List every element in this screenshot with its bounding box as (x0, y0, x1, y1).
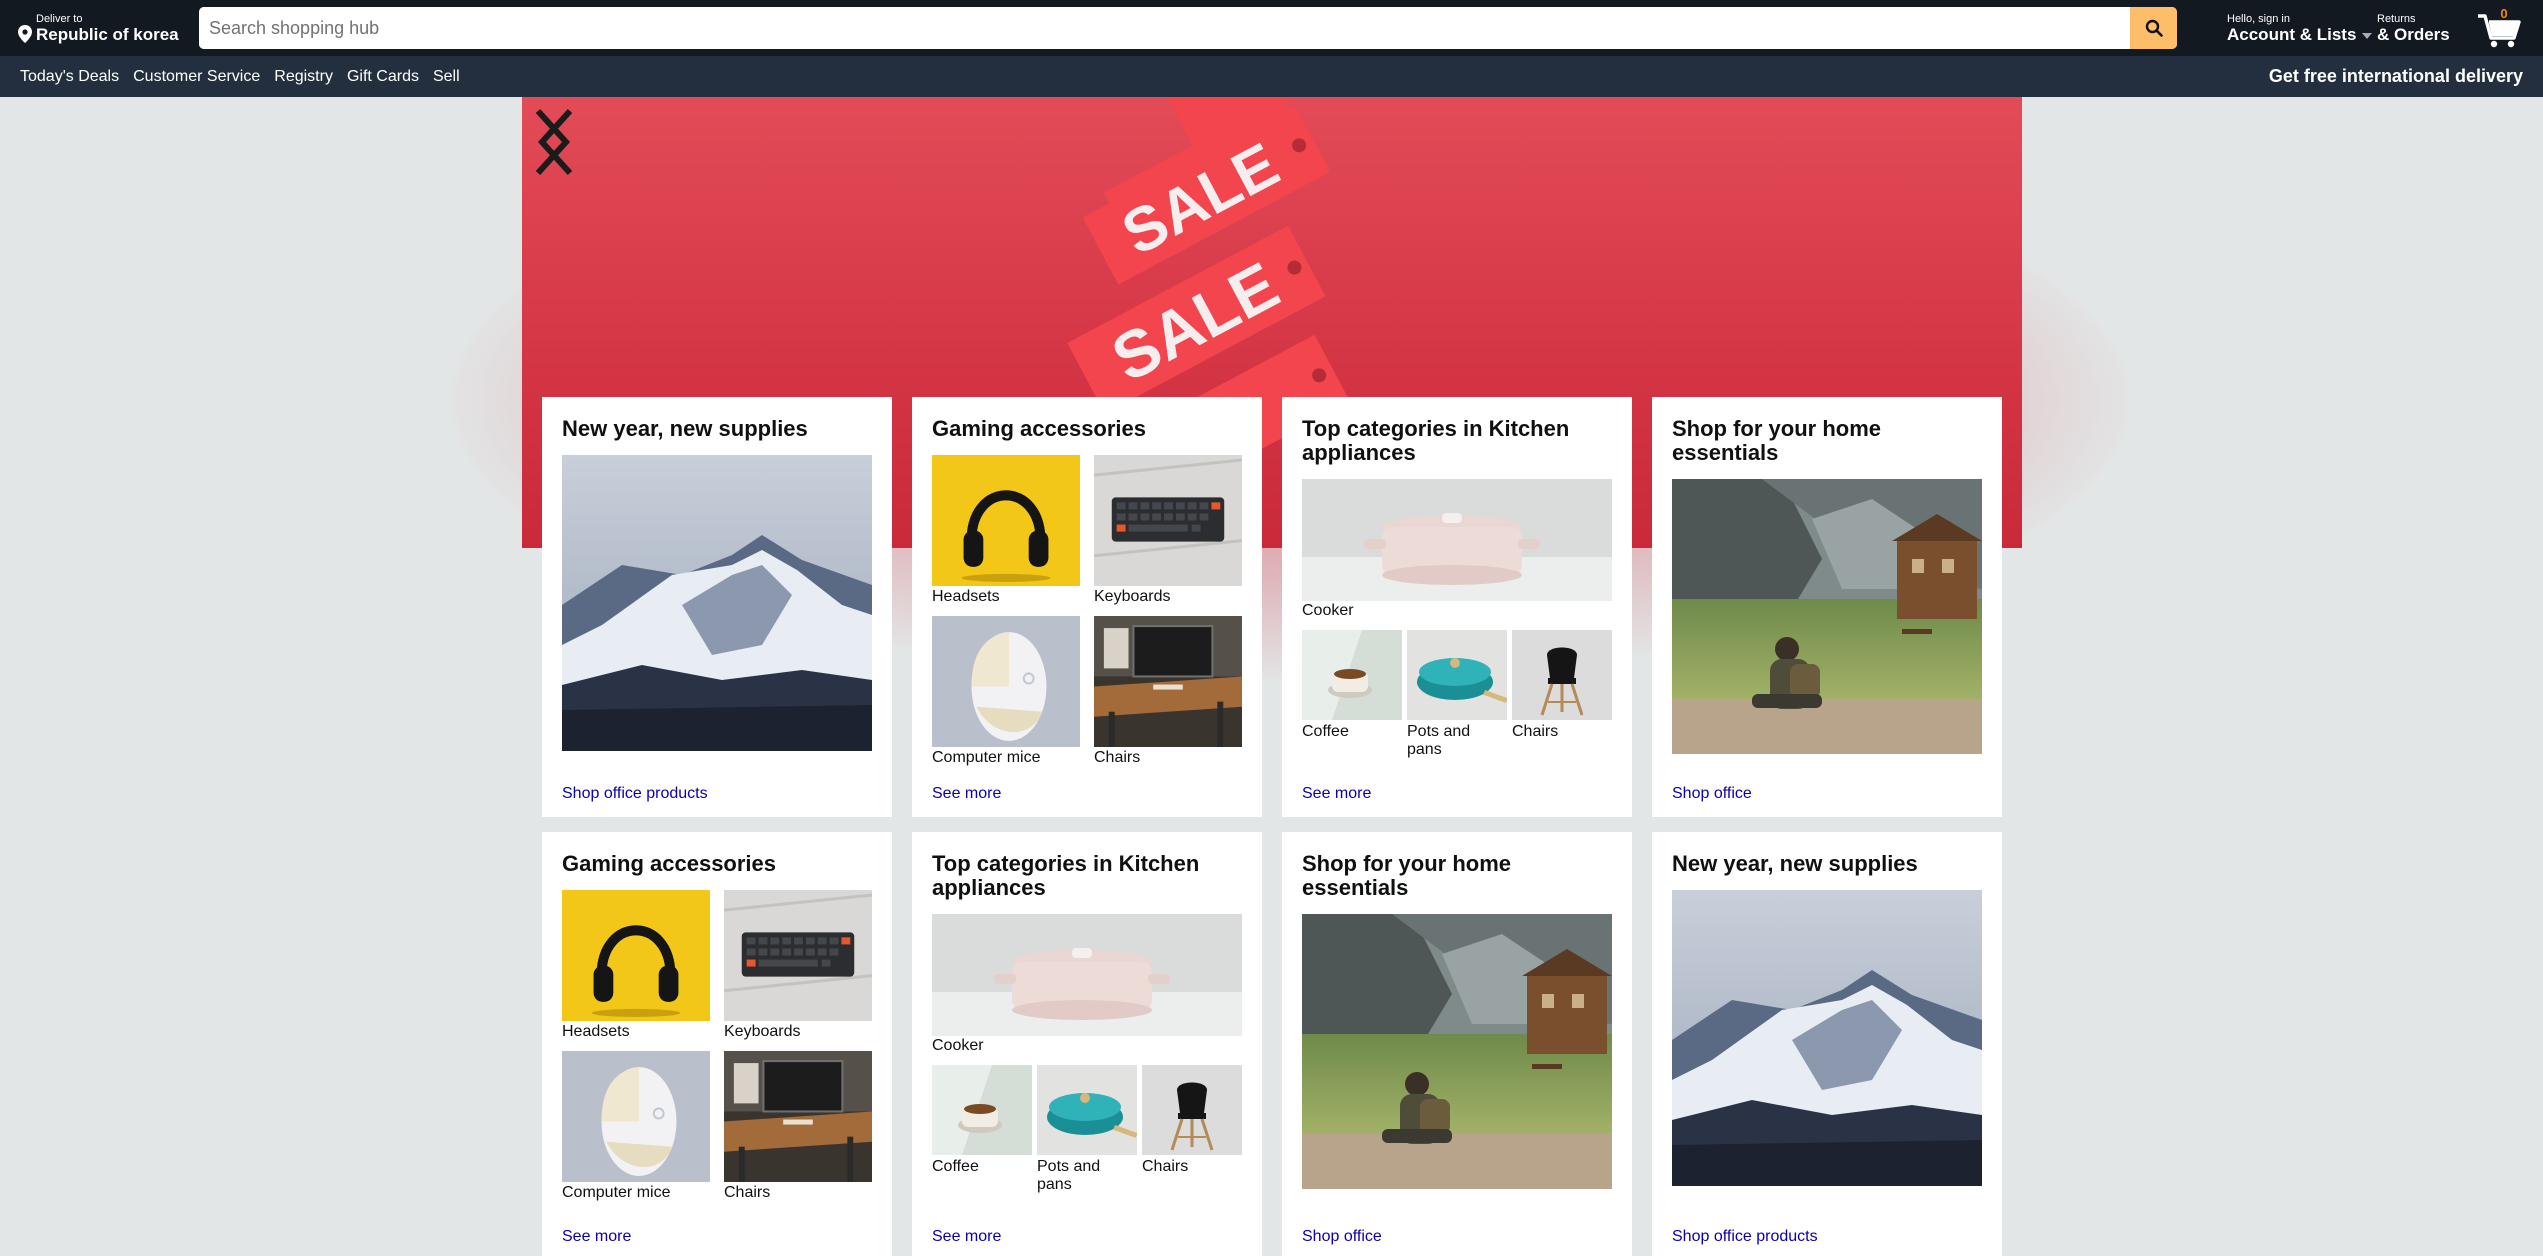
card-gaming-accessories: Gaming accessories Headsets Keyboards Co… (912, 397, 1262, 817)
item-caption[interactable]: Headsets (932, 588, 1000, 606)
search-input[interactable] (199, 7, 2130, 49)
deliver-location: Republic of korea (36, 25, 179, 44)
cart-icon (2478, 14, 2521, 48)
secondary-navbar: Today's Deals Customer Service Registry … (0, 56, 2543, 97)
caret-down-icon (2362, 32, 2373, 39)
item-caption[interactable]: Keyboards (724, 1023, 801, 1041)
top-navbar: Deliver to Republic of korea Hello, sign… (0, 0, 2543, 56)
nav-link-customer-service[interactable]: Customer Service (133, 68, 260, 86)
card-title: Shop for your home essentials (1672, 416, 1881, 465)
item-caption[interactable]: Chairs (1142, 1158, 1242, 1176)
orders-label: & Orders (2377, 25, 2450, 44)
card-title: Shop for your home essentials (1302, 851, 1511, 900)
card-title: Top categories in Kitchen appliances (932, 851, 1200, 900)
chairs-image[interactable] (1094, 616, 1242, 747)
search-button[interactable] (2130, 7, 2177, 49)
keyboards-image[interactable] (724, 890, 872, 1021)
card-title: New year, new supplies (562, 416, 808, 441)
lake-hiker-image[interactable] (1302, 914, 1612, 1189)
card-new-year-supplies: New year, new supplies Shop office produ… (542, 397, 892, 817)
account-and-lists[interactable]: Hello, sign in Account & Lists (2227, 13, 2373, 45)
nav-link-gift-cards[interactable]: Gift Cards (347, 68, 419, 86)
card-title: Gaming accessories (932, 416, 1147, 441)
pots-and-pans-image[interactable] (1407, 630, 1507, 720)
card-gaming-accessories: Gaming accessories Headsets Keyboards Co… (542, 832, 892, 1256)
card-link[interactable]: See more (562, 1228, 631, 1246)
card-new-year-supplies: New year, new supplies Shop office produ… (1652, 832, 2002, 1256)
nav-link-sell[interactable]: Sell (433, 68, 460, 86)
headsets-image[interactable] (562, 890, 710, 1021)
item-caption[interactable]: Pots and pans (1037, 1158, 1137, 1194)
mountain-image[interactable] (1672, 890, 1982, 1186)
item-caption[interactable]: Coffee (1302, 723, 1402, 741)
card-home-essentials: Shop for your home essentials Shop offic… (1282, 832, 1632, 1256)
card-link[interactable]: See more (932, 1228, 1001, 1246)
location-pin-icon (18, 25, 32, 43)
chairs-image[interactable] (724, 1051, 872, 1182)
computer-mice-image[interactable] (562, 1051, 710, 1182)
cart-button[interactable]: 0 (2476, 6, 2522, 50)
lake-hiker-image[interactable] (1672, 479, 1982, 754)
item-caption[interactable]: Headsets (562, 1023, 630, 1041)
card-title: Top categories in Kitchen appliances (1302, 416, 1570, 465)
item-caption[interactable]: Pots and pans (1407, 723, 1507, 759)
coffee-image[interactable] (1302, 630, 1402, 720)
cooker-image[interactable] (932, 914, 1242, 1036)
card-link[interactable]: Shop office products (562, 785, 708, 803)
item-caption[interactable]: Cooker (932, 1037, 984, 1055)
item-caption[interactable]: Chairs (1512, 723, 1612, 741)
coffee-image[interactable] (932, 1065, 1032, 1155)
card-title: Gaming accessories (562, 851, 777, 876)
item-caption[interactable]: Chairs (724, 1184, 770, 1202)
computer-mice-image[interactable] (932, 616, 1080, 747)
card-kitchen-appliances: Top categories in Kitchen appliances Coo… (1282, 397, 1632, 817)
chairs-image[interactable] (1142, 1065, 1242, 1155)
chairs-image[interactable] (1512, 630, 1612, 720)
item-caption[interactable]: Coffee (932, 1158, 1032, 1176)
keyboards-image[interactable] (1094, 455, 1242, 586)
card-link[interactable]: See more (1302, 785, 1371, 803)
nav-link-todays-deals[interactable]: Today's Deals (20, 68, 119, 86)
card-link[interactable]: See more (932, 785, 1001, 803)
item-caption[interactable]: Keyboards (1094, 588, 1171, 606)
card-kitchen-appliances: Top categories in Kitchen appliances Coo… (912, 832, 1262, 1256)
returns-and-orders[interactable]: Returns & Orders (2377, 13, 2450, 45)
search-bar (199, 7, 2177, 49)
card-link[interactable]: Shop office products (1672, 1228, 1818, 1246)
card-home-essentials: Shop for your home essentials Shop offic… (1652, 397, 2002, 817)
item-caption[interactable]: Computer mice (562, 1184, 670, 1202)
account-greeting: Hello, sign in (2227, 13, 2290, 25)
card-link[interactable]: Shop office (1302, 1228, 1382, 1246)
returns-label: Returns (2377, 13, 2416, 25)
card-link[interactable]: Shop office (1672, 785, 1752, 803)
cooker-image[interactable] (1302, 479, 1612, 601)
item-caption[interactable]: Cooker (1302, 602, 1354, 620)
card-title: New year, new supplies (1672, 851, 1918, 876)
item-caption[interactable]: Computer mice (932, 749, 1040, 767)
pots-and-pans-image[interactable] (1037, 1065, 1137, 1155)
item-caption[interactable]: Chairs (1094, 749, 1140, 767)
carousel-next-arrow-icon[interactable] (522, 97, 582, 187)
mountain-image[interactable] (562, 455, 872, 751)
search-icon (2145, 19, 2163, 37)
account-label: Account & Lists (2227, 25, 2357, 44)
deliver-label: Deliver to (36, 13, 83, 25)
nav-link-registry[interactable]: Registry (274, 68, 333, 86)
free-delivery-promo[interactable]: Get free international delivery (2269, 56, 2523, 97)
headsets-image[interactable] (932, 455, 1080, 586)
